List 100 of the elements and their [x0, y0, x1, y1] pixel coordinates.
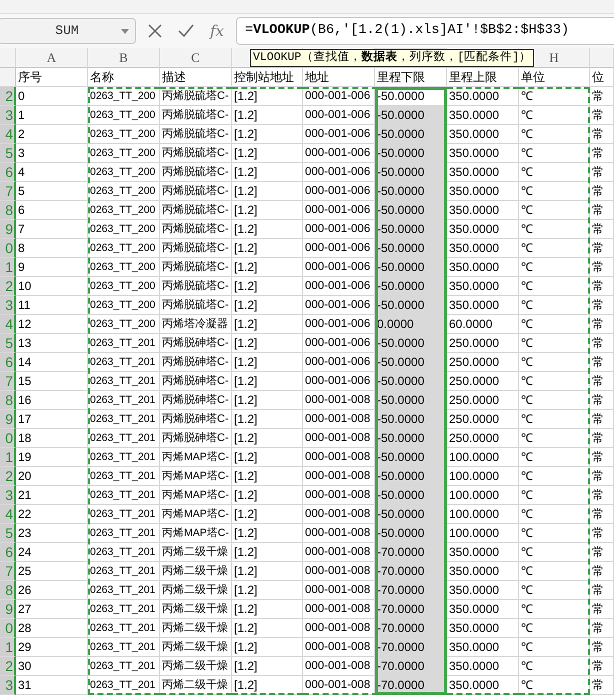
table-cell: 0263_TT_200 — [88, 277, 160, 296]
table-cell: 常 — [590, 106, 614, 125]
table-cell: 0263_TT_200 — [88, 106, 160, 125]
table-cell: [1.2] — [232, 372, 303, 391]
table-cell: 常 — [590, 429, 614, 448]
row-number[interactable]: 7 — [0, 562, 16, 581]
column-header[interactable]: A — [16, 48, 88, 68]
row-number[interactable]: 0 — [0, 239, 16, 258]
table-cell: 0263_TT_201 — [88, 581, 160, 600]
table-cell: 000-001-008 — [303, 429, 375, 448]
row-number[interactable] — [0, 68, 16, 87]
close-icon[interactable] — [148, 24, 162, 38]
row-number[interactable]: 8 — [0, 391, 16, 410]
row-number[interactable]: 3 — [0, 296, 16, 315]
select-all-corner[interactable] — [0, 48, 16, 68]
column-header[interactable]: C — [160, 48, 232, 68]
table-cell: 常 — [590, 125, 614, 144]
table-cell: [1.2] — [232, 201, 303, 220]
function-button[interactable]: fx — [210, 20, 224, 42]
row-number[interactable]: 0 — [0, 619, 16, 638]
table-cell: 000-001-006 — [303, 144, 375, 163]
column-header[interactable]: B — [88, 48, 160, 68]
table-cell: 250.0000 — [447, 410, 519, 429]
row-number[interactable]: 9 — [0, 410, 16, 429]
table-cell: 丙烯MAP塔C- — [160, 467, 232, 486]
row-number[interactable]: 1 — [0, 448, 16, 467]
table-cell: 000-001-008 — [303, 467, 375, 486]
table-cell: ℃ — [519, 391, 590, 410]
column-header[interactable] — [590, 48, 614, 68]
row-number[interactable]: 2 — [0, 657, 16, 676]
table-cell: 0263_TT_201 — [88, 486, 160, 505]
row-number[interactable]: 1 — [0, 258, 16, 277]
table-cell: 丙烯脱砷塔C- — [160, 372, 232, 391]
table-cell: 000-001-006 — [303, 87, 375, 106]
table-cell: [1.2] — [232, 87, 303, 106]
table-cell: 18 — [16, 429, 88, 448]
row-number[interactable]: 5 — [0, 334, 16, 353]
table-cell: [1.2] — [232, 638, 303, 657]
row-number[interactable]: 9 — [0, 600, 16, 619]
table-cell: [1.2] — [232, 600, 303, 619]
table-cell: 24 — [16, 543, 88, 562]
table-cell: 6 — [16, 201, 88, 220]
table-cell: 000-001-008 — [303, 410, 375, 429]
row-number[interactable]: 5 — [0, 524, 16, 543]
table-cell: ℃ — [519, 277, 590, 296]
row-number[interactable]: 7 — [0, 182, 16, 201]
table-cell: 21 — [16, 486, 88, 505]
row-number[interactable]: 6 — [0, 163, 16, 182]
row-number[interactable]: 2 — [0, 277, 16, 296]
table-cell: -70.0000 — [375, 619, 447, 638]
table-cell: 0263_TT_201 — [88, 505, 160, 524]
table-cell: 28 — [16, 619, 88, 638]
table-cell: 350.0000 — [447, 87, 519, 106]
table-cell: 常 — [590, 315, 614, 334]
table-cell: 丙烯脱砷塔C- — [160, 410, 232, 429]
row-number[interactable]: 2 — [0, 87, 16, 106]
formula-field[interactable]: =VLOOKUP(B6,'[1.2(1).xls]AI'!$B$2:$H$33) — [236, 17, 614, 45]
row-number[interactable]: 4 — [0, 505, 16, 524]
row-number[interactable]: 6 — [0, 353, 16, 372]
row-number[interactable]: 7 — [0, 372, 16, 391]
table-cell: 350.0000 — [447, 600, 519, 619]
row-number[interactable]: 8 — [0, 201, 16, 220]
table-cell: 000-001-008 — [303, 581, 375, 600]
table-cell: ℃ — [519, 619, 590, 638]
row-number[interactable]: 9 — [0, 220, 16, 239]
row-number[interactable]: 4 — [0, 315, 16, 334]
row-number[interactable]: 1 — [0, 638, 16, 657]
row-number[interactable]: 4 — [0, 125, 16, 144]
table-cell: 8 — [16, 239, 88, 258]
check-icon[interactable] — [178, 24, 194, 38]
table-cell: 常 — [590, 676, 614, 695]
row-number[interactable]: 3 — [0, 486, 16, 505]
row-number[interactable]: 6 — [0, 543, 16, 562]
table-cell: [1.2] — [232, 429, 303, 448]
table-cell: 丙烯脱硫塔C- — [160, 87, 232, 106]
table-cell: 100.0000 — [447, 467, 519, 486]
table-cell: 350.0000 — [447, 182, 519, 201]
name-box[interactable]: SUM — [0, 18, 136, 44]
table-cell: 常 — [590, 581, 614, 600]
table-cell: -50.0000 — [375, 448, 447, 467]
row-number[interactable]: 3 — [0, 676, 16, 695]
table-cell: -50.0000 — [375, 163, 447, 182]
table-cell: 0263_TT_200 — [88, 239, 160, 258]
table-cell: 25 — [16, 562, 88, 581]
table-cell: [1.2] — [232, 334, 303, 353]
row-number[interactable]: 5 — [0, 144, 16, 163]
table-cell: 350.0000 — [447, 106, 519, 125]
table-cell: 100.0000 — [447, 448, 519, 467]
table-cell: 000-001-008 — [303, 638, 375, 657]
row-number[interactable]: 2 — [0, 467, 16, 486]
table-cell: 29 — [16, 638, 88, 657]
table-cell: -70.0000 — [375, 562, 447, 581]
table-cell: -50.0000 — [375, 505, 447, 524]
table-cell: ℃ — [519, 353, 590, 372]
table-cell: 350.0000 — [447, 239, 519, 258]
row-number[interactable]: 0 — [0, 429, 16, 448]
table-cell: 0 — [16, 87, 88, 106]
row-number[interactable]: 8 — [0, 581, 16, 600]
row-number[interactable]: 3 — [0, 106, 16, 125]
table-cell: 常 — [590, 334, 614, 353]
